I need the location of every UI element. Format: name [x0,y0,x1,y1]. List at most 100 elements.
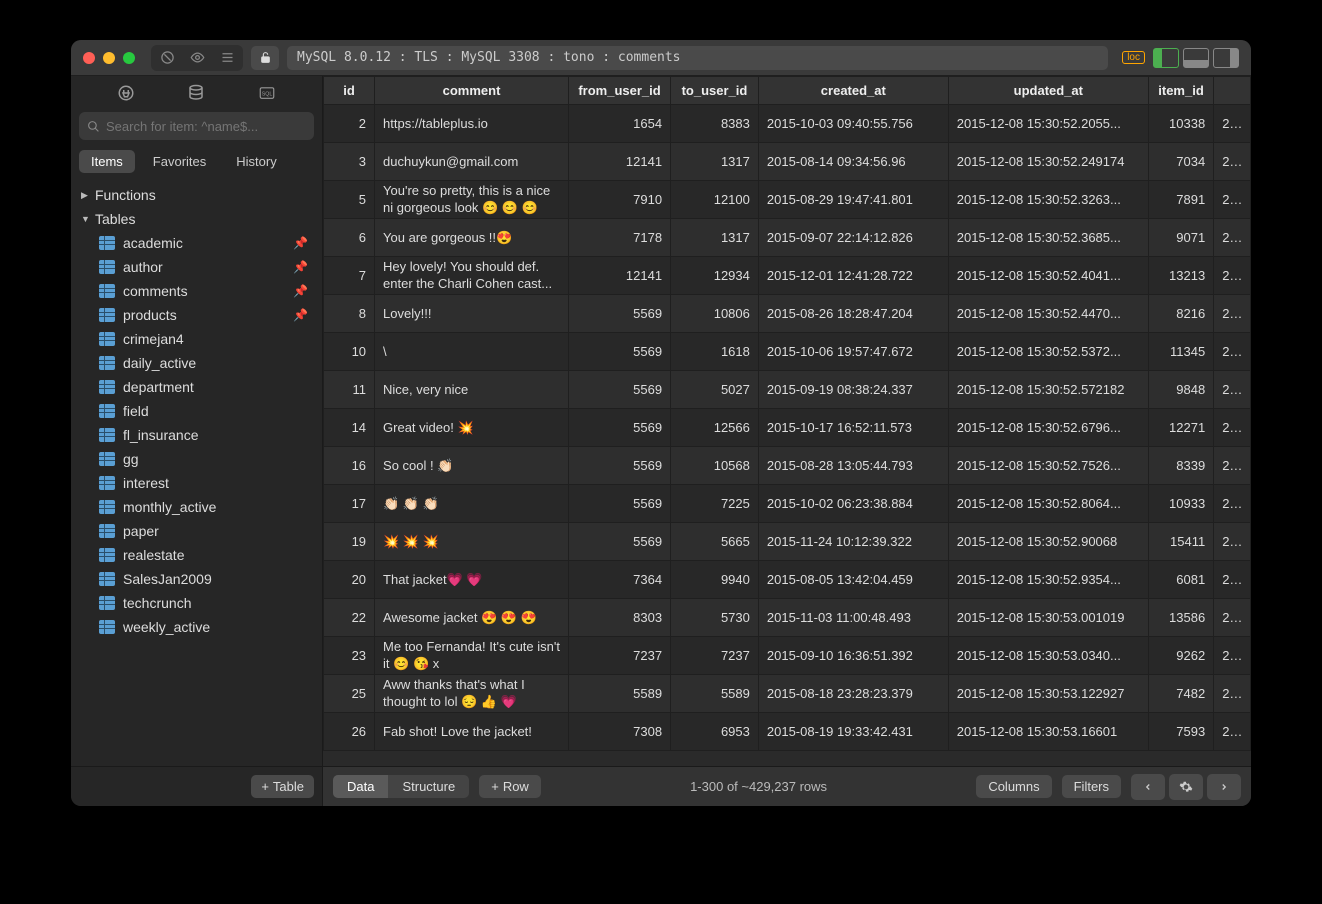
sidebar-table-daily_active[interactable]: daily_active [71,351,322,375]
col-from-user-id[interactable]: from_user_id [569,77,671,105]
table-row[interactable]: 16So cool ! 👏🏻5569105682015-08-28 13:05:… [324,447,1251,485]
table-row[interactable]: 7Hey lovely! You should def. enter the C… [324,257,1251,295]
cell-updated-at[interactable]: 2015-12-08 15:30:52.5372... [948,333,1148,371]
cell-trailing[interactable]: 216 [1214,599,1251,637]
sidebar-table-weekly_active[interactable]: weekly_active [71,615,322,639]
cell-updated-at[interactable]: 2015-12-08 15:30:52.9354... [948,561,1148,599]
cell-from-user-id[interactable]: 7364 [569,561,671,599]
cell-id[interactable]: 7 [324,257,375,295]
sidebar-table-fl_insurance[interactable]: fl_insurance [71,423,322,447]
sidebar-table-academic[interactable]: academic📌 [71,231,322,255]
cell-comment[interactable]: 👏🏻 👏🏻 👏🏻 [375,485,569,523]
cell-item-id[interactable]: 8216 [1148,295,1213,333]
cell-comment[interactable]: Hey lovely! You should def. enter the Ch… [375,257,569,295]
cell-to-user-id[interactable]: 7225 [671,485,759,523]
table-row[interactable]: 2https://tableplus.io165483832015-10-03 … [324,105,1251,143]
table-row[interactable]: 17👏🏻 👏🏻 👏🏻556972252015-10-02 06:23:38.88… [324,485,1251,523]
cell-updated-at[interactable]: 2015-12-08 15:30:52.4041... [948,257,1148,295]
cell-from-user-id[interactable]: 7178 [569,219,671,257]
cell-from-user-id[interactable]: 1654 [569,105,671,143]
view-structure[interactable]: Structure [388,775,469,798]
cell-item-id[interactable]: 9262 [1148,637,1213,675]
cell-id[interactable]: 17 [324,485,375,523]
cell-trailing[interactable]: 216 [1214,409,1251,447]
col-trailing[interactable] [1214,77,1251,105]
cell-created-at[interactable]: 2015-09-19 08:38:24.337 [758,371,948,409]
cell-created-at[interactable]: 2015-09-10 16:36:51.392 [758,637,948,675]
cell-comment[interactable]: Aww thanks that's what I thought to lol … [375,675,569,713]
cell-updated-at[interactable]: 2015-12-08 15:30:52.249174 [948,143,1148,181]
lock-icon[interactable] [251,46,279,70]
sql-icon[interactable]: SQL [255,84,279,102]
cell-item-id[interactable]: 8339 [1148,447,1213,485]
prev-page[interactable] [1131,774,1165,800]
sidebar-table-department[interactable]: department [71,375,322,399]
col-comment[interactable]: comment [375,77,569,105]
cell-item-id[interactable]: 7034 [1148,143,1213,181]
list-icon[interactable] [213,47,241,69]
sidebar-table-paper[interactable]: paper [71,519,322,543]
cell-to-user-id[interactable]: 12100 [671,181,759,219]
cell-comment[interactable]: 💥 💥 💥 [375,523,569,561]
cell-item-id[interactable]: 9848 [1148,371,1213,409]
cell-id[interactable]: 16 [324,447,375,485]
cell-trailing[interactable]: 216 [1214,105,1251,143]
sidebar-table-crimejan4[interactable]: crimejan4 [71,327,322,351]
cell-created-at[interactable]: 2015-10-06 19:57:47.672 [758,333,948,371]
cell-from-user-id[interactable]: 7308 [569,713,671,751]
cell-to-user-id[interactable]: 5589 [671,675,759,713]
table-row[interactable]: 11Nice, very nice556950272015-09-19 08:3… [324,371,1251,409]
cell-from-user-id[interactable]: 5569 [569,409,671,447]
table-row[interactable]: 14Great video! 💥5569125662015-10-17 16:5… [324,409,1251,447]
cell-created-at[interactable]: 2015-10-17 16:52:11.573 [758,409,948,447]
tab-favorites[interactable]: Favorites [141,150,218,173]
connection-path[interactable]: MySQL 8.0.12 : TLS : MySQL 3308 : tono :… [287,46,1108,70]
cell-trailing[interactable]: 216 [1214,675,1251,713]
cell-updated-at[interactable]: 2015-12-08 15:30:52.572182 [948,371,1148,409]
cell-from-user-id[interactable]: 8303 [569,599,671,637]
sidebar-table-realestate[interactable]: realestate [71,543,322,567]
cell-to-user-id[interactable]: 5730 [671,599,759,637]
table-row[interactable]: 22Awesome jacket 😍 😍 😍830357302015-11-03… [324,599,1251,637]
cell-updated-at[interactable]: 2015-12-08 15:30:52.4470... [948,295,1148,333]
col-to-user-id[interactable]: to_user_id [671,77,759,105]
cell-to-user-id[interactable]: 12934 [671,257,759,295]
grid-scroll[interactable]: id comment from_user_id to_user_id creat… [323,76,1251,766]
cell-item-id[interactable]: 7891 [1148,181,1213,219]
database-icon[interactable] [184,84,208,102]
cell-id[interactable]: 22 [324,599,375,637]
cell-trailing[interactable]: 216 [1214,371,1251,409]
cell-comment[interactable]: \ [375,333,569,371]
cell-id[interactable]: 20 [324,561,375,599]
tab-history[interactable]: History [224,150,288,173]
cell-id[interactable]: 11 [324,371,375,409]
plug-icon[interactable] [114,84,138,102]
sidebar-table-SalesJan2009[interactable]: SalesJan2009 [71,567,322,591]
cell-id[interactable]: 25 [324,675,375,713]
cell-item-id[interactable]: 7482 [1148,675,1213,713]
cell-from-user-id[interactable]: 7237 [569,637,671,675]
cell-created-at[interactable]: 2015-11-03 11:00:48.493 [758,599,948,637]
cell-updated-at[interactable]: 2015-12-08 15:30:52.3263... [948,181,1148,219]
cell-from-user-id[interactable]: 12141 [569,257,671,295]
cell-to-user-id[interactable]: 5027 [671,371,759,409]
table-row[interactable]: 23Me too Fernanda! It's cute isn't it 😊 … [324,637,1251,675]
cell-to-user-id[interactable]: 9940 [671,561,759,599]
cell-id[interactable]: 5 [324,181,375,219]
cell-trailing[interactable]: 216 [1214,143,1251,181]
zoom-window[interactable] [123,52,135,64]
sidebar-table-gg[interactable]: gg [71,447,322,471]
cell-from-user-id[interactable]: 7910 [569,181,671,219]
cell-item-id[interactable]: 11345 [1148,333,1213,371]
cell-trailing[interactable]: 216 [1214,333,1251,371]
cell-from-user-id[interactable]: 12141 [569,143,671,181]
cell-item-id[interactable]: 12271 [1148,409,1213,447]
cell-created-at[interactable]: 2015-08-19 19:33:42.431 [758,713,948,751]
cell-item-id[interactable]: 13586 [1148,599,1213,637]
cell-comment[interactable]: Lovely!!! [375,295,569,333]
cell-comment[interactable]: Great video! 💥 [375,409,569,447]
cell-created-at[interactable]: 2015-09-07 22:14:12.826 [758,219,948,257]
cell-comment[interactable]: Nice, very nice [375,371,569,409]
col-created-at[interactable]: created_at [758,77,948,105]
cell-to-user-id[interactable]: 1618 [671,333,759,371]
